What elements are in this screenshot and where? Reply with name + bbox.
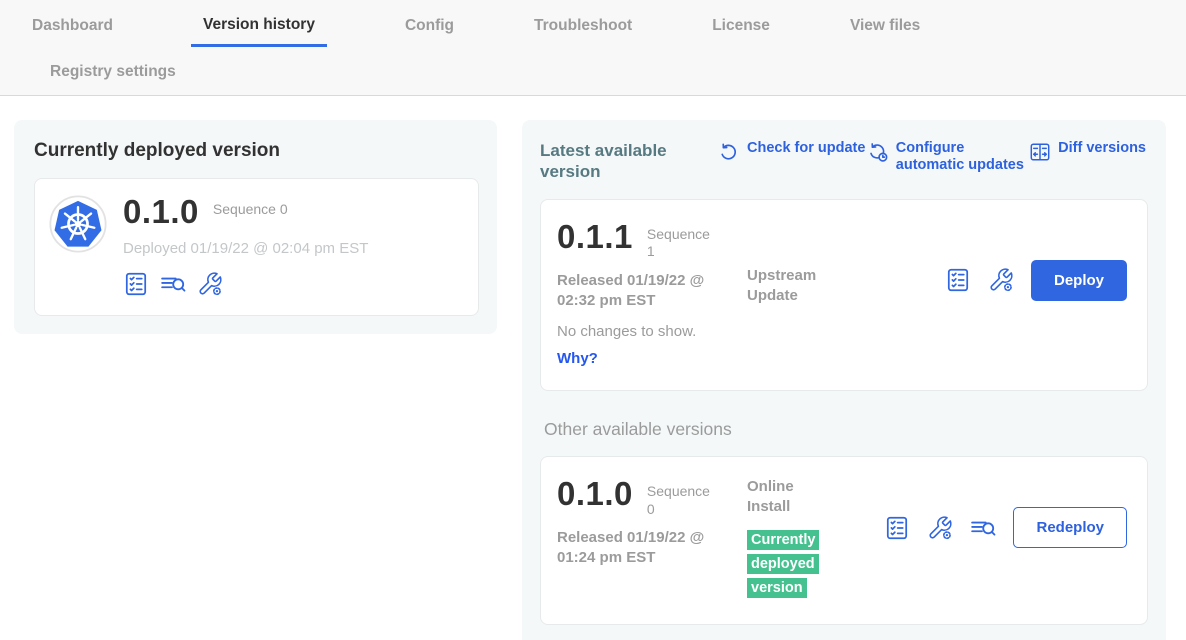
preflight-checklist-icon[interactable] [945,267,971,293]
latest-version-number: 0.1.1 [557,220,633,253]
tab-troubleshoot[interactable]: Troubleshoot [532,15,634,47]
latest-version-source: Upstream Update [747,266,827,307]
check-for-update-link[interactable]: Check for update [718,140,865,175]
other-version-source: Online Install [747,477,827,518]
config-values-icon[interactable] [197,271,223,297]
deployed-version-number: 0.1.0 [123,195,199,228]
other-version-card: 0.1.0 Sequence 0 Released 01/19/22 @ 01:… [540,456,1148,625]
currently-deployed-title: Currently deployed version [34,140,479,162]
check-for-update-label: Check for update [747,140,865,175]
currently-deployed-badge-text: Currently deployed version [747,530,819,598]
no-changes-text: No changes to show. [557,323,747,340]
latest-released-timestamp: Released 01/19/22 @ 02:32 pm EST [557,271,735,312]
latest-available-title: Latest available version [540,140,692,183]
why-link[interactable]: Why? [557,350,598,367]
preflight-checklist-icon[interactable] [884,515,910,541]
config-values-icon[interactable] [927,515,953,541]
latest-sequence-label: Sequence 1 [647,220,715,261]
tab-view-files[interactable]: View files [848,15,922,47]
auto-update-icon [867,141,889,163]
tab-dashboard[interactable]: Dashboard [30,15,115,47]
tab-license[interactable]: License [710,15,772,47]
other-released-timestamp: Released 01/19/22 @ 01:24 pm EST [557,528,735,569]
tab-version-history[interactable]: Version history [191,14,327,47]
other-sequence-label: Sequence 0 [647,477,715,518]
latest-version-details: 0.1.1 Sequence 1 Released 01/19/22 @ 02:… [557,220,747,369]
nav-row-1: Dashboard Version history Config Trouble… [0,14,1186,47]
deployed-version-card: 0.1.0 Sequence 0 Deployed 01/19/22 @ 02:… [34,178,479,316]
deploy-logs-icon[interactable] [970,515,996,541]
top-navigation: Dashboard Version history Config Trouble… [0,0,1186,96]
other-version-details: 0.1.0 Sequence 0 Released 01/19/22 @ 01:… [557,477,747,569]
deploy-button[interactable]: Deploy [1031,260,1127,301]
preflight-checklist-icon[interactable] [123,271,149,297]
config-values-icon[interactable] [988,267,1014,293]
deployed-version-details: 0.1.0 Sequence 0 Deployed 01/19/22 @ 02:… [123,195,368,297]
diff-versions-label: Diff versions [1058,140,1146,175]
other-version-number: 0.1.0 [557,477,633,510]
configure-automatic-updates-label: Configure automatic updates [896,140,1028,175]
diff-versions-link[interactable]: Diff versions [1029,140,1146,175]
refresh-icon [718,141,740,163]
currently-deployed-panel: Currently deployed version [14,120,497,334]
deployed-timestamp: Deployed 01/19/22 @ 02:04 pm EST [123,240,368,257]
kubernetes-app-icon [49,195,107,253]
tab-config[interactable]: Config [403,15,456,47]
nav-row-2: Registry settings [0,47,1186,95]
currently-deployed-badge: Currently deployed version [747,528,835,600]
update-actions: Check for update Configure automatic upd… [718,140,1148,175]
other-versions-title: Other available versions [544,419,1148,440]
tab-registry-settings[interactable]: Registry settings [48,61,178,80]
redeploy-button[interactable]: Redeploy [1013,507,1127,548]
latest-version-card: 0.1.1 Sequence 1 Released 01/19/22 @ 02:… [540,199,1148,392]
main-content: Currently deployed version [0,96,1186,640]
configure-automatic-updates-link[interactable]: Configure automatic updates [867,140,1028,175]
available-updates-panel: Latest available version Check for updat… [522,120,1166,640]
diff-versions-icon [1029,141,1051,163]
deploy-logs-icon[interactable] [160,271,186,297]
deployed-sequence-label: Sequence 0 [213,195,288,219]
